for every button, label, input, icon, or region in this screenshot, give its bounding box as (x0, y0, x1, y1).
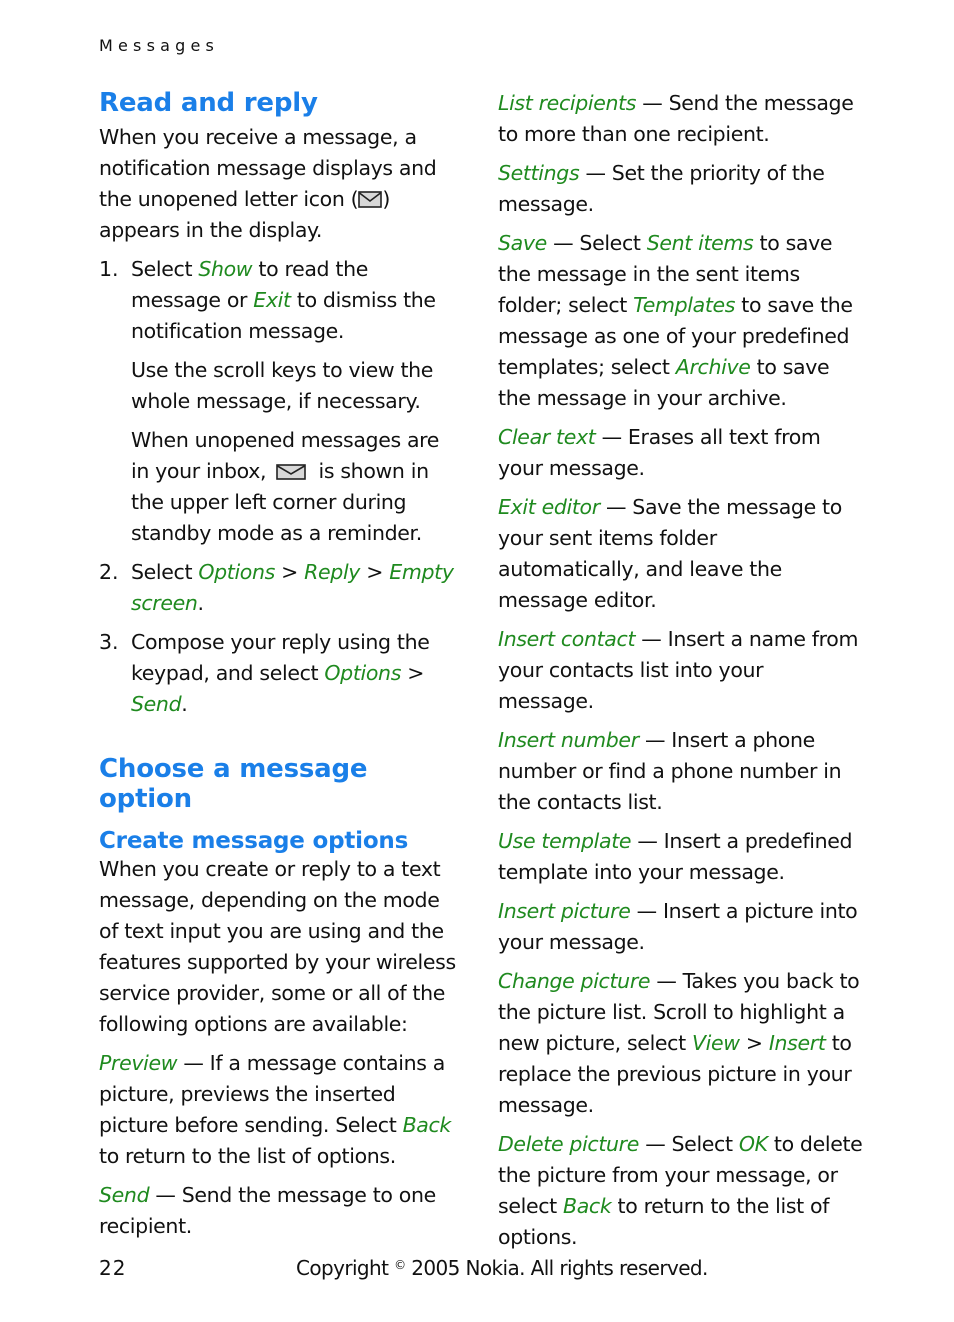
unopened-letter-icon (276, 464, 307, 480)
step-3-text: Compose your reply using the keypad, and… (131, 630, 430, 716)
option-name: Send (99, 1183, 150, 1207)
option-name: Save (498, 231, 547, 255)
option-change-picture: Change picture — Takes you back to the p… (498, 969, 860, 1117)
keyword-back: Back (562, 1194, 612, 1218)
step-number: 2. (99, 560, 119, 584)
option-name: Preview (99, 1051, 178, 1075)
read-reply-intro: When you receive a message, a notificati… (99, 125, 437, 242)
keyword-back: Back (402, 1113, 452, 1137)
left-column: Read and reply When you receive a messag… (99, 88, 461, 1242)
option-preview: Preview — If a message contains a pictur… (99, 1051, 452, 1168)
copyright-notice: Copyright © 2005 Nokia. All rights reser… (296, 1256, 708, 1280)
step-1-text: Select Show to read the message or Exit … (131, 257, 436, 343)
page-number: 22 (99, 1256, 127, 1280)
option-insert-contact: Insert contact — Insert a name from your… (498, 627, 859, 713)
option-clear-text: Clear text — Erases all text from your m… (498, 425, 821, 480)
keyword-ok: OK (738, 1132, 768, 1156)
section-title-choose-option: Choose a message option (99, 754, 368, 814)
option-exit-editor: Exit editor — Save the message to your s… (498, 495, 842, 612)
option-insert-number: Insert number — Insert a phone number or… (498, 728, 842, 814)
option-settings: Settings — Set the priority of the messa… (498, 161, 825, 216)
keyword-sent-items: Sent items (646, 231, 754, 255)
keyword-options: Options (324, 661, 402, 685)
step-2: 2. Select Options > Reply > Empty screen… (99, 557, 461, 619)
option-delete-picture: Delete picture — Select OK to delete the… (498, 1132, 863, 1249)
keyword-options: Options (198, 560, 275, 584)
running-header: Messages (99, 36, 220, 55)
keyword-send: Send (131, 692, 182, 716)
option-name: Change picture (498, 969, 651, 993)
section-title-read-and-reply: Read and reply (99, 88, 318, 118)
option-save: Save — Select Sent items to save the mes… (498, 231, 853, 410)
step-1-note-scroll: Use the scroll keys to view the whole me… (131, 358, 434, 413)
keyword-insert: Insert (768, 1031, 826, 1055)
option-send: Send — Send the message to one recipient… (99, 1183, 436, 1238)
create-options-intro: When you create or reply to a text messa… (99, 857, 456, 1036)
keyword-view: View (691, 1031, 740, 1055)
step-3: 3. Compose your reply using the keypad, … (99, 627, 461, 720)
read-reply-steps: 1. Select Show to read the message or Ex… (99, 254, 461, 720)
step-number: 1. (99, 257, 119, 281)
option-name: Use template (498, 829, 632, 853)
option-name: Insert contact (498, 627, 636, 651)
subsection-title-create-options: Create message options (99, 828, 409, 854)
option-name: Delete picture (498, 1132, 640, 1156)
step-number: 3. (99, 630, 119, 654)
option-name: List recipients (498, 91, 637, 115)
step-1: 1. Select Show to read the message or Ex… (99, 254, 461, 549)
option-insert-picture: Insert picture — Insert a picture into y… (498, 899, 858, 954)
option-name: Clear text (498, 425, 596, 449)
step-2-text: Select Options > Reply > Empty screen. (131, 560, 454, 615)
option-name: Settings (498, 161, 580, 185)
keyword-exit: Exit (253, 288, 291, 312)
option-list-recipients: List recipients — Send the message to mo… (498, 91, 854, 146)
keyword-archive: Archive (675, 355, 751, 379)
step-1-note-inbox: When unopened messages are in your inbox… (131, 428, 440, 545)
keyword-reply: Reply (304, 560, 361, 584)
unopened-letter-icon (358, 191, 383, 208)
option-name: Insert number (498, 728, 639, 752)
option-use-template: Use template — Insert a predefined templ… (498, 829, 853, 884)
keyword-templates: Templates (633, 293, 736, 317)
copyright-symbol: © (394, 1258, 406, 1272)
option-name: Exit editor (498, 495, 600, 519)
right-column: List recipients — Send the message to mo… (498, 88, 863, 1253)
option-name: Insert picture (498, 899, 631, 923)
keyword-show: Show (198, 257, 253, 281)
